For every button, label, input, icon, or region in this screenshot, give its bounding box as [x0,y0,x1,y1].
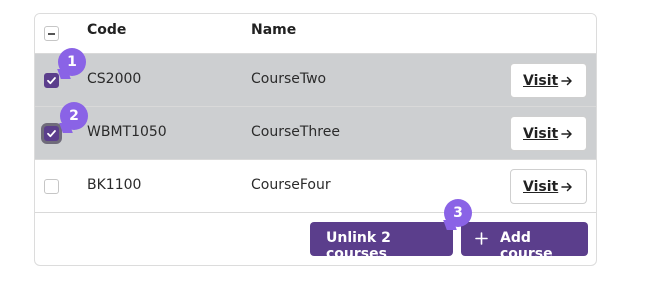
step-badge: 3 [444,199,472,227]
course-name: CourseTwo [251,71,327,87]
visit-button-label: Visit [523,179,559,195]
unlink-courses-button[interactable]: Unlink 2 courses [310,222,453,262]
step-badge: 2 [60,102,88,130]
course-name: CourseThree [251,124,340,140]
visit-button[interactable]: Visit [510,116,587,151]
visit-button-label: Visit [523,126,559,142]
indeterminate-dash-icon [48,33,55,35]
table-footer: Unlink 2 courses Add course [35,213,596,265]
table-row[interactable]: WBMT1050 CourseThree Visit [35,107,596,160]
table-row[interactable]: CS2000 CourseTwo Visit [35,54,596,107]
row-checkbox[interactable] [44,73,59,88]
select-all-checkbox[interactable] [44,26,59,41]
course-name: CourseFour [251,177,331,193]
table-row[interactable]: BK1100 CourseFour Visit [35,160,596,213]
column-header-name[interactable]: Name [251,22,296,38]
course-code: CS2000 [87,71,142,87]
add-course-button[interactable]: Add course [461,222,588,262]
checkmark-icon [47,77,56,85]
column-header-code[interactable]: Code [87,22,126,38]
visit-button[interactable]: Visit [510,169,587,204]
row-checkbox[interactable] [44,126,59,141]
add-course-label: Add course [500,230,553,262]
row-checkbox[interactable] [44,179,59,194]
checkmark-icon [47,130,56,138]
visit-button-label: Visit [523,73,559,89]
arrow-right-icon [561,182,572,192]
step-badge: 1 [58,48,86,76]
arrow-right-icon [561,76,572,86]
unlink-courses-label: Unlink 2 courses [326,230,391,262]
course-code: WBMT1050 [87,124,167,140]
course-code: BK1100 [87,177,142,193]
visit-button[interactable]: Visit [510,63,587,98]
arrow-right-icon [561,129,572,139]
plus-icon [475,232,488,245]
courses-table-card: Code Name CS2000 CourseTwo Visit WBMT105… [34,13,597,266]
table-header-row: Code Name [35,14,596,54]
